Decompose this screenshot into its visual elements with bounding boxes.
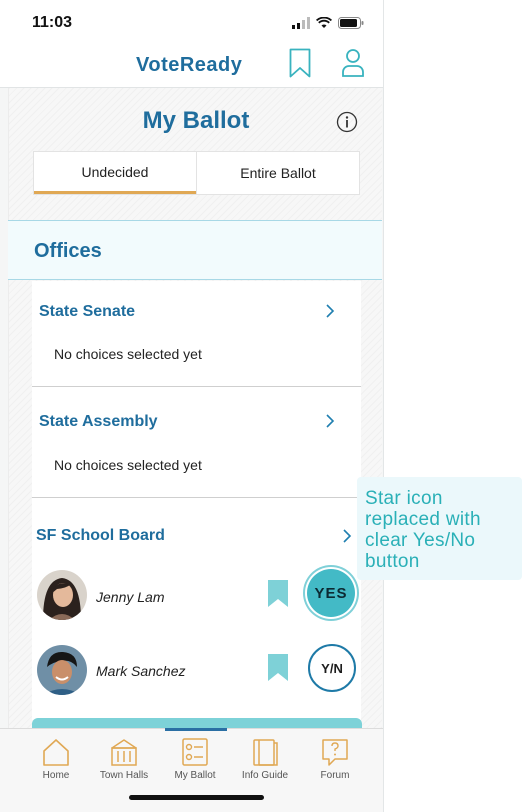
selection-status: No choices selected yet bbox=[54, 457, 202, 473]
status-bar: 11:03 bbox=[0, 0, 383, 46]
bookmark-filled-icon[interactable] bbox=[268, 654, 288, 681]
office-name: State Assembly bbox=[39, 413, 158, 430]
nav-label: My Ballot bbox=[174, 770, 216, 781]
chevron-right-icon[interactable] bbox=[325, 303, 335, 319]
signal-icon bbox=[292, 17, 310, 29]
nav-label: Home bbox=[42, 770, 70, 781]
yes-no-button[interactable]: Y/N bbox=[308, 644, 356, 692]
nav-label: Forum bbox=[320, 770, 350, 781]
forum-icon bbox=[322, 739, 348, 766]
avatar bbox=[37, 570, 87, 620]
nav-forum[interactable]: Forum bbox=[300, 737, 370, 781]
status-time: 11:03 bbox=[32, 14, 73, 31]
tab-undecided[interactable]: Undecided bbox=[34, 152, 196, 194]
offices-section-header: Offices bbox=[8, 220, 382, 280]
selection-status: No choices selected yet bbox=[54, 346, 202, 362]
offices-heading: Offices bbox=[34, 240, 102, 262]
status-icons bbox=[292, 17, 364, 29]
battery-icon bbox=[338, 17, 364, 29]
office-name: State Senate bbox=[39, 303, 136, 320]
office-name: SF School Board bbox=[36, 527, 165, 544]
annotation-callout: Star icon replaced with clear Yes/No but… bbox=[357, 477, 522, 580]
nav-active-indicator bbox=[165, 728, 227, 731]
ballot-icon bbox=[182, 738, 208, 766]
bookmark-icon[interactable] bbox=[289, 48, 311, 78]
tab-entire-ballot[interactable]: Entire Ballot bbox=[196, 152, 359, 194]
yes-button[interactable]: YES bbox=[307, 569, 355, 617]
candidate-name: Mark Sanchez bbox=[96, 663, 186, 679]
town-hall-icon bbox=[111, 739, 137, 766]
nav-my-ballot[interactable]: My Ballot bbox=[160, 737, 230, 781]
app-header: VoteReady bbox=[0, 46, 383, 88]
nav-town-halls[interactable]: Town Halls bbox=[89, 737, 159, 781]
book-icon bbox=[253, 739, 278, 766]
info-icon[interactable] bbox=[336, 111, 358, 133]
app-title: VoteReady bbox=[136, 54, 243, 76]
avatar bbox=[37, 645, 87, 695]
ballot-tabs: Undecided Entire Ballot bbox=[33, 151, 360, 195]
candidate-name: Jenny Lam bbox=[96, 589, 165, 605]
nav-home[interactable]: Home bbox=[21, 737, 91, 781]
page-title: My Ballot bbox=[142, 107, 250, 134]
office-card-sf-school-board: SF School Board Jenny Lam YES Mark Sanch… bbox=[32, 498, 361, 720]
home-indicator bbox=[129, 795, 264, 800]
wifi-icon bbox=[316, 17, 332, 28]
office-card-state-senate[interactable]: State Senate No choices selected yet bbox=[32, 281, 361, 386]
office-card-state-assembly[interactable]: State Assembly No choices selected yet bbox=[32, 387, 361, 497]
chevron-right-icon[interactable] bbox=[325, 413, 335, 429]
bookmark-filled-icon[interactable] bbox=[268, 580, 288, 607]
home-icon bbox=[43, 739, 69, 766]
nav-label: Town Halls bbox=[99, 770, 149, 781]
nav-label: Info Guide bbox=[241, 770, 289, 781]
user-icon[interactable] bbox=[341, 48, 365, 78]
nav-info-guide[interactable]: Info Guide bbox=[230, 737, 300, 781]
phone-screen: 11:03 VoteReady My Ballot Undecided Enti… bbox=[0, 0, 384, 812]
chevron-right-icon[interactable] bbox=[342, 528, 352, 544]
